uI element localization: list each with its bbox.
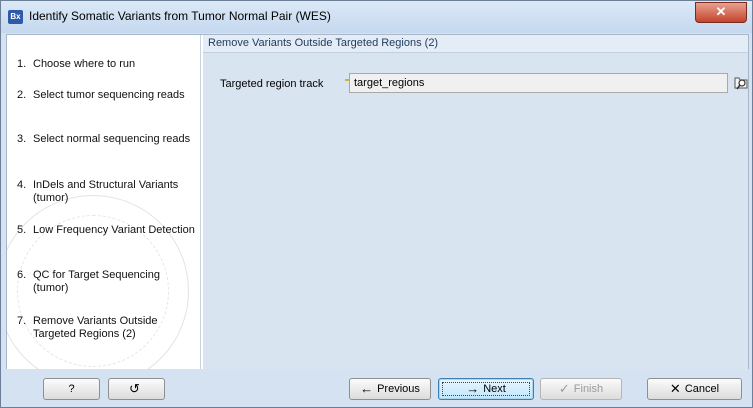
dialog-body: 1. Choose where to run 2. Select tumor s… (6, 34, 749, 370)
dialog-window: Bx Identify Somatic Variants from Tumor … (0, 0, 753, 408)
step-number: 1. (17, 58, 27, 70)
previous-button[interactable]: ← Previous (349, 378, 431, 400)
app-icon: Bx (8, 10, 23, 24)
window-title: Identify Somatic Variants from Tumor Nor… (29, 9, 331, 23)
step-label: InDels and Structural Variants (tumor) (33, 179, 179, 204)
step-number: 6. (17, 269, 27, 281)
targeted-region-track-input[interactable] (349, 73, 728, 93)
reset-icon: ↺ (129, 381, 140, 396)
step-content-panel: Remove Variants Outside Targeted Regions… (203, 35, 748, 369)
title-bar[interactable]: Bx Identify Somatic Variants from Tumor … (1, 1, 752, 33)
step-label: Remove Variants Outside Targeted Regions… (33, 315, 158, 340)
finish-label: Finish (573, 383, 604, 395)
section-title: Remove Variants Outside Targeted Regions… (208, 37, 439, 49)
finish-button[interactable]: ✓ Finish (540, 378, 622, 400)
step-number: 7. (17, 315, 27, 327)
previous-label: Previous (377, 383, 420, 395)
step-label: Low Frequency Variant Detection (33, 224, 195, 236)
step-number: 3. (17, 133, 27, 145)
step-label: Select tumor sequencing reads (33, 89, 185, 101)
help-button[interactable]: ? (43, 378, 100, 400)
step-label: QC for Target Sequencing (tumor) (33, 269, 160, 294)
checkmark-icon: ✓ (558, 381, 570, 396)
step-label: Select normal sequencing reads (33, 133, 191, 145)
next-button[interactable]: → Next (438, 378, 534, 400)
step-number: 5. (17, 224, 27, 236)
button-bar: ? ↺ ← Previous → Next ✓ Finish ✕ Cancel (1, 369, 752, 407)
browse-icon[interactable] (733, 75, 749, 91)
cancel-button[interactable]: ✕ Cancel (647, 378, 742, 400)
wizard-steps-panel: 1. Choose where to run 2. Select tumor s… (7, 35, 201, 369)
cancel-label: Cancel (684, 383, 720, 395)
step-number: 2. (17, 89, 27, 101)
focus-ring (442, 382, 530, 396)
reset-button[interactable]: ↺ (108, 378, 165, 400)
step-label: Choose where to run (33, 58, 136, 70)
arrow-left-icon: ← (360, 381, 374, 396)
step-number: 4. (17, 179, 27, 191)
close-icon: ✕ (669, 381, 681, 396)
section-header: Remove Variants Outside Targeted Regions… (203, 35, 748, 53)
close-button[interactable]: ✕ (695, 2, 747, 23)
targeted-region-label: Targeted region track (220, 78, 324, 90)
